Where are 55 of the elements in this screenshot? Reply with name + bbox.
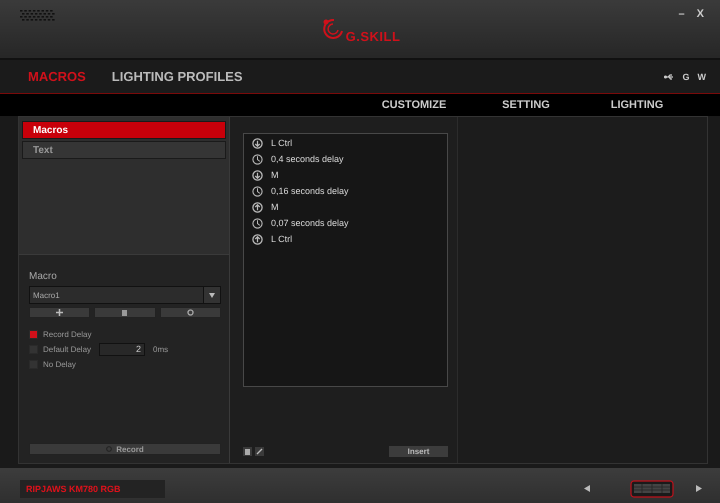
checkbox-label: Record Delay	[43, 330, 92, 338]
keyboard-icon[interactable]	[630, 480, 674, 498]
next-button[interactable]	[696, 485, 702, 492]
clock-icon	[252, 186, 263, 196]
step-label[interactable]: L Ctrl	[271, 138, 292, 148]
unit-label: 0ms	[153, 344, 168, 354]
record-icon	[106, 446, 112, 452]
square-icon	[122, 310, 128, 316]
usb-icon[interactable]	[664, 74, 674, 80]
checkbox-label: No Delay	[43, 360, 76, 368]
clock-icon	[252, 154, 263, 164]
close-button[interactable]: X	[696, 8, 704, 20]
step-label[interactable]: M	[271, 202, 278, 212]
record-button[interactable]: Record	[29, 443, 221, 455]
key-up-icon	[252, 202, 263, 212]
sidebar-item[interactable]: Text	[22, 141, 226, 159]
checkbox-label: Default Delay	[43, 344, 92, 354]
previous-button[interactable]	[584, 485, 590, 492]
caret-icon	[209, 292, 215, 298]
top-link[interactable]: G	[682, 72, 690, 82]
right-arrow-icon	[696, 485, 702, 492]
delete-button[interactable]	[94, 307, 156, 318]
plus-icon	[56, 309, 64, 316]
nav-link[interactable]: LIGHTING	[582, 99, 692, 111]
nav-link[interactable]: SETTING	[470, 99, 582, 111]
left-arrow-icon	[584, 485, 590, 492]
minimize-button[interactable]: –	[678, 8, 685, 20]
square-icon	[245, 448, 250, 454]
step-label[interactable]: 0,16 seconds delay	[271, 186, 349, 196]
key-down-icon	[252, 170, 263, 180]
macro-heading: Macro	[29, 271, 58, 282]
delete-button[interactable]	[243, 447, 252, 456]
key-up-icon	[252, 234, 263, 244]
step-label[interactable]: M	[271, 170, 278, 180]
add-button[interactable]	[29, 307, 90, 318]
pencil-icon	[256, 448, 263, 455]
step-label[interactable]: 0,07 seconds delay	[271, 218, 349, 228]
edit-button[interactable]	[255, 447, 264, 456]
step-label[interactable]: L Ctrl	[271, 234, 292, 244]
device-name: RIPJAWS KM780 RGB	[20, 480, 165, 498]
checkbox[interactable]	[29, 330, 38, 338]
tab[interactable]: LIGHTING PROFILES	[112, 69, 243, 84]
sidebar-item[interactable]: Macros	[22, 121, 226, 139]
ring-icon	[186, 309, 194, 316]
top-link[interactable]: W	[698, 72, 706, 82]
clock-icon	[252, 218, 263, 228]
insert-button[interactable]: Insert	[389, 446, 448, 457]
settings-button[interactable]	[160, 307, 221, 318]
logo-text: G.SKILL	[346, 28, 400, 44]
macro-dropdown[interactable]: Macro1	[29, 286, 221, 304]
nav-link[interactable]: CUSTOMIZE	[358, 99, 470, 111]
step-label[interactable]: 0,4 seconds delay	[271, 154, 344, 164]
key-down-icon	[252, 138, 263, 148]
grille-drawing	[20, 10, 56, 22]
delay-input[interactable]: 2	[99, 342, 146, 356]
